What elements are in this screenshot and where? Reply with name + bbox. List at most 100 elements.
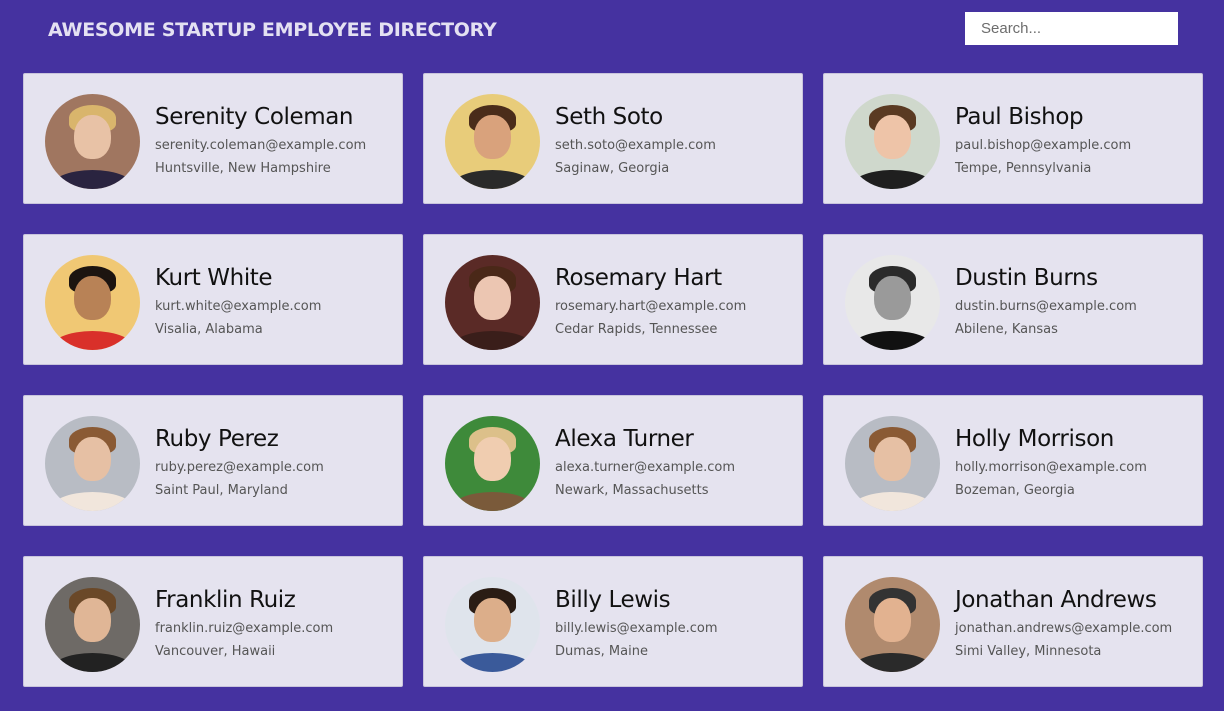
employee-location: Visalia, Alabama — [155, 322, 263, 337]
avatar — [445, 255, 540, 350]
employee-card[interactable]: Serenity Coleman serenity.coleman@example… — [23, 73, 403, 204]
employee-location: Cedar Rapids, Tennessee — [555, 322, 718, 337]
avatar — [45, 416, 140, 511]
avatar-face — [474, 597, 511, 642]
employee-email: billy.lewis@example.com — [555, 621, 718, 636]
employee-name: Ruby Perez — [155, 426, 279, 452]
avatar — [845, 577, 940, 672]
avatar-shirt — [849, 653, 936, 672]
employee-info: Dustin Burns dustin.burns@example.com Abil… — [955, 263, 1137, 339]
employee-card[interactable]: Rosemary Hart rosemary.hart@example.com Ce… — [423, 234, 803, 365]
avatar-shirt — [49, 170, 136, 189]
employee-name: Paul Bishop — [955, 104, 1084, 130]
avatar-shirt — [449, 653, 536, 672]
employee-info: Franklin Ruiz franklin.ruiz@example.com Va… — [155, 585, 333, 661]
avatar-shirt — [849, 492, 936, 511]
avatar-shirt — [49, 331, 136, 350]
employee-email: seth.soto@example.com — [555, 138, 716, 153]
app-header: AWESOME STARTUP EMPLOYEE DIRECTORY — [0, 0, 1224, 66]
employee-location: Tempe, Pennsylvania — [955, 161, 1092, 176]
avatar-face — [74, 114, 111, 159]
employee-card[interactable]: Billy Lewis billy.lewis@example.com Dumas,… — [423, 556, 803, 687]
employee-info: Seth Soto seth.soto@example.com Saginaw, G… — [555, 102, 716, 178]
employee-location: Vancouver, Hawaii — [155, 644, 276, 659]
employee-email: kurt.white@example.com — [155, 299, 322, 314]
avatar-shirt — [449, 492, 536, 511]
employee-email: serenity.coleman@example.com — [155, 138, 367, 153]
employee-location: Saginaw, Georgia — [555, 161, 670, 176]
employee-email: franklin.ruiz@example.com — [155, 621, 334, 636]
employee-card[interactable]: Franklin Ruiz franklin.ruiz@example.com Va… — [23, 556, 403, 687]
employee-name: Dustin Burns — [955, 265, 1098, 291]
employee-location: Abilene, Kansas — [955, 322, 1058, 337]
employee-info: Alexa Turner alexa.turner@example.com Newa… — [555, 424, 735, 500]
avatar — [445, 94, 540, 189]
avatar — [445, 416, 540, 511]
avatar-face — [474, 275, 511, 320]
employee-name: Alexa Turner — [555, 426, 694, 452]
employee-info: Serenity Coleman serenity.coleman@example… — [155, 102, 366, 178]
avatar-face — [874, 275, 911, 320]
employee-card[interactable]: Jonathan Andrews jonathan.andrews@example… — [823, 556, 1203, 687]
employee-card[interactable]: Holly Morrison holly.morrison@example.com… — [823, 395, 1203, 526]
avatar-face — [874, 436, 911, 481]
employee-location: Huntsville, New Hampshire — [155, 161, 331, 176]
avatar-shirt — [49, 492, 136, 511]
employee-name: Jonathan Andrews — [955, 587, 1157, 613]
employee-info: Jonathan Andrews jonathan.andrews@example… — [955, 585, 1172, 661]
employee-email: rosemary.hart@example.com — [555, 299, 747, 314]
employee-info: Holly Morrison holly.morrison@example.com… — [955, 424, 1147, 500]
avatar — [845, 416, 940, 511]
employee-name: Seth Soto — [555, 104, 663, 130]
avatar-face — [874, 114, 911, 159]
employee-info: Ruby Perez ruby.perez@example.com Saint Pa… — [155, 424, 324, 500]
employee-name: Rosemary Hart — [555, 265, 722, 291]
employee-name: Franklin Ruiz — [155, 587, 296, 613]
employee-email: paul.bishop@example.com — [955, 138, 1132, 153]
employee-email: holly.morrison@example.com — [955, 460, 1147, 475]
avatar-face — [874, 597, 911, 642]
employee-info: Rosemary Hart rosemary.hart@example.com Ce… — [555, 263, 746, 339]
employee-location: Newark, Massachusetts — [555, 483, 709, 498]
avatar — [845, 255, 940, 350]
employee-card[interactable]: Dustin Burns dustin.burns@example.com Abil… — [823, 234, 1203, 365]
employee-name: Billy Lewis — [555, 587, 671, 613]
search-input[interactable] — [965, 12, 1178, 45]
employee-info: Paul Bishop paul.bishop@example.com Tempe,… — [955, 102, 1131, 178]
avatar-face — [474, 436, 511, 481]
avatar — [45, 94, 140, 189]
employee-email: alexa.turner@example.com — [555, 460, 736, 475]
avatar — [45, 577, 140, 672]
employee-info: Billy Lewis billy.lewis@example.com Dumas,… — [555, 585, 718, 661]
avatar-shirt — [849, 331, 936, 350]
avatar-shirt — [449, 170, 536, 189]
employee-card[interactable]: Alexa Turner alexa.turner@example.com Newa… — [423, 395, 803, 526]
avatar-face — [74, 597, 111, 642]
employee-grid: Serenity Coleman serenity.coleman@example… — [23, 73, 1203, 687]
avatar-shirt — [849, 170, 936, 189]
avatar-shirt — [449, 331, 536, 350]
employee-name: Holly Morrison — [955, 426, 1114, 452]
avatar — [845, 94, 940, 189]
employee-card[interactable]: Seth Soto seth.soto@example.com Saginaw, G… — [423, 73, 803, 204]
employee-name: Kurt White — [155, 265, 273, 291]
avatar-face — [74, 436, 111, 481]
employee-email: dustin.burns@example.com — [955, 299, 1137, 314]
employee-name: Serenity Coleman — [155, 104, 354, 130]
employee-card[interactable]: Kurt White kurt.white@example.com Visalia,… — [23, 234, 403, 365]
employee-card[interactable]: Paul Bishop paul.bishop@example.com Tempe,… — [823, 73, 1203, 204]
employee-info: Kurt White kurt.white@example.com Visalia,… — [155, 263, 321, 339]
page-title: AWESOME STARTUP EMPLOYEE DIRECTORY — [48, 19, 497, 41]
employee-email: ruby.perez@example.com — [155, 460, 324, 475]
employee-location: Saint Paul, Maryland — [155, 483, 288, 498]
avatar-face — [74, 275, 111, 320]
avatar-face — [474, 114, 511, 159]
employee-location: Bozeman, Georgia — [955, 483, 1075, 498]
employee-location: Dumas, Maine — [555, 644, 648, 659]
avatar-shirt — [49, 653, 136, 672]
employee-email: jonathan.andrews@example.com — [955, 621, 1173, 636]
avatar — [45, 255, 140, 350]
employee-location: Simi Valley, Minnesota — [955, 644, 1102, 659]
employee-card[interactable]: Ruby Perez ruby.perez@example.com Saint Pa… — [23, 395, 403, 526]
avatar — [445, 577, 540, 672]
